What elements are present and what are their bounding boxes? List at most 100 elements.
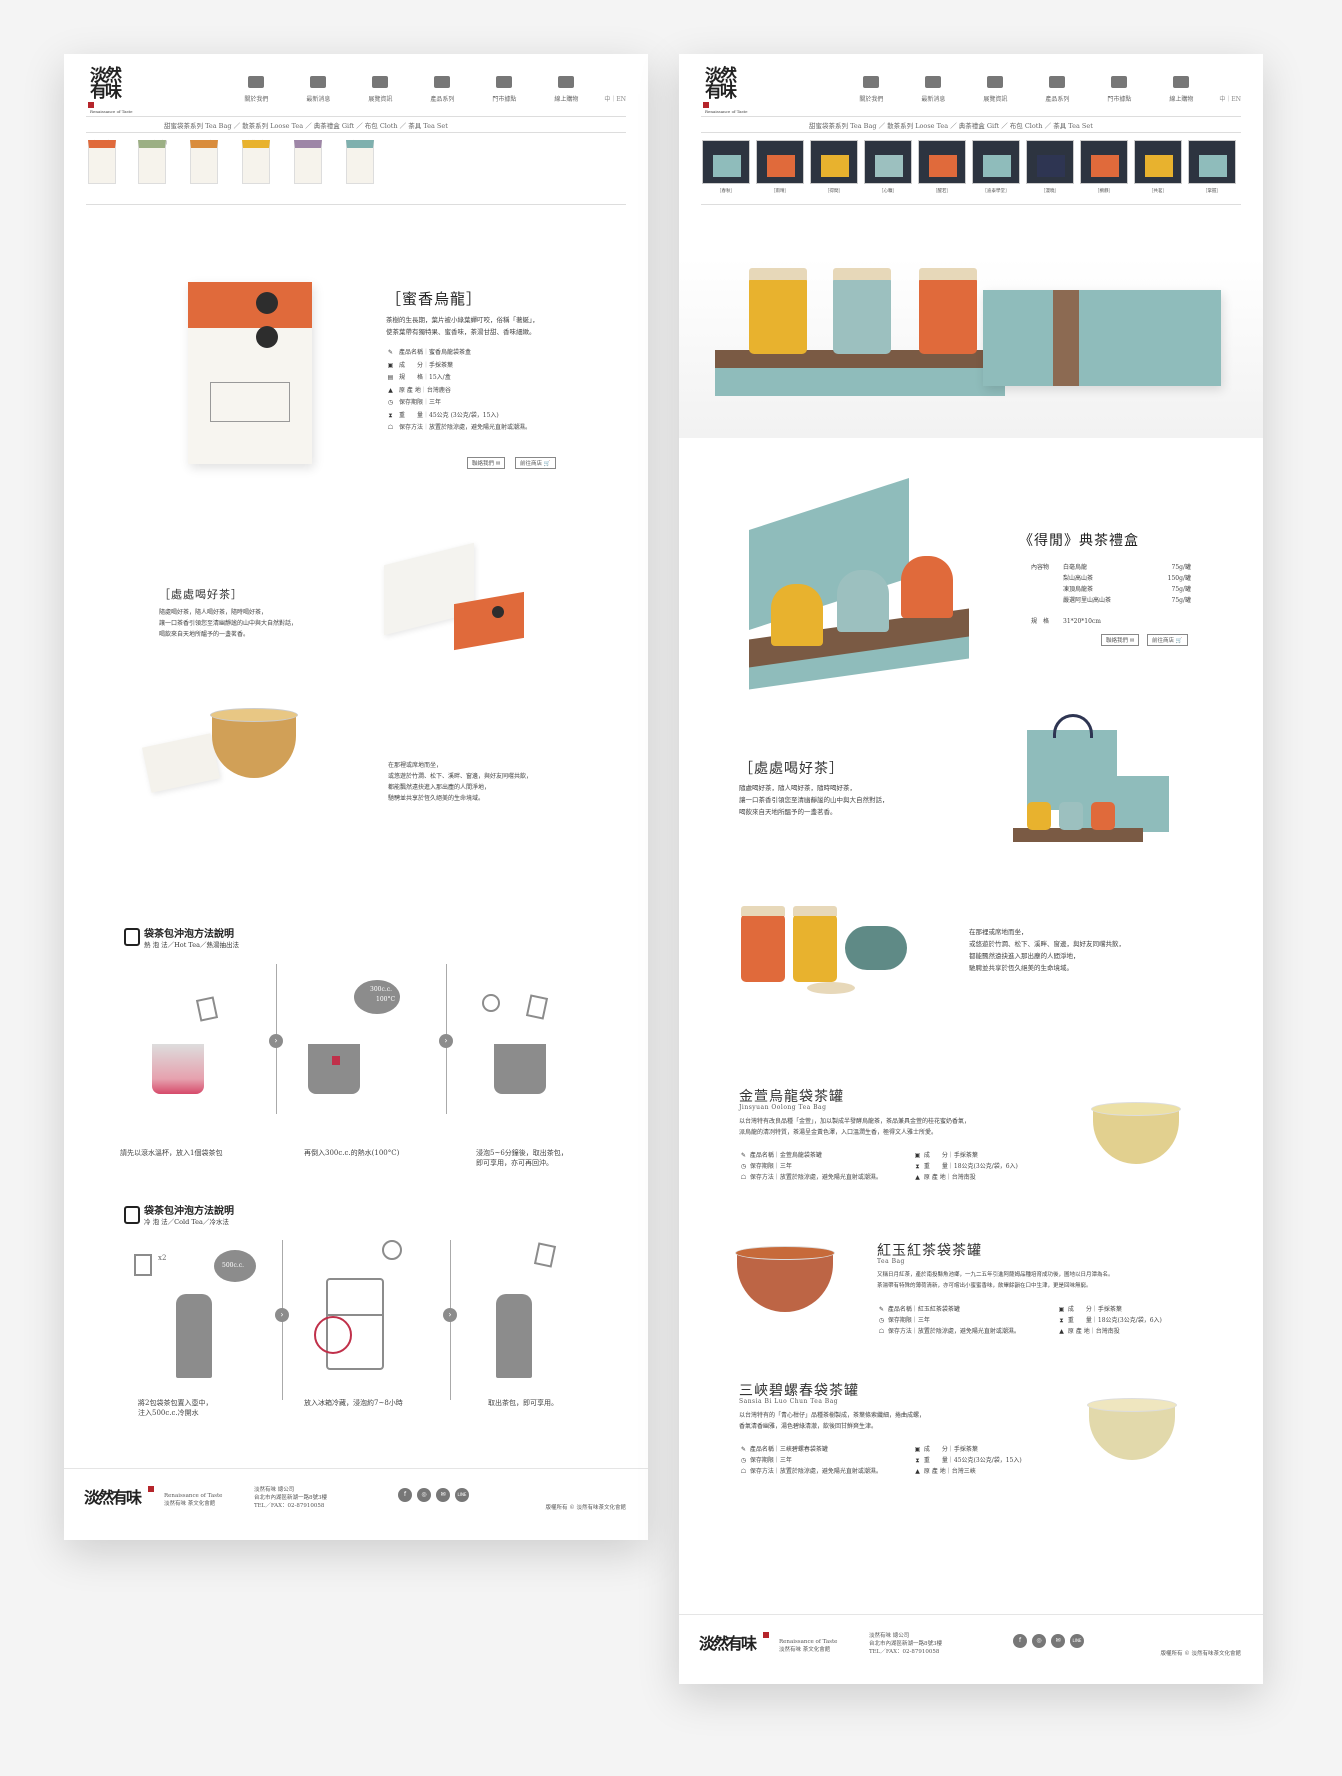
product-thumb[interactable]: ［蜜香烏龍］ (88, 140, 116, 184)
section-title: 袋茶包沖泡方法說明 (144, 929, 234, 940)
product-thumb[interactable]: ［三峽碧螺春］ (138, 140, 170, 184)
gift-thumb[interactable]: ［漫曉］ (1025, 140, 1075, 194)
main-nav: 關於我們 最新消息 展覽資訊 產品系列 門市據點 線上購物 中｜EN (845, 76, 1241, 103)
nav-shop[interactable]: 線上購物 (540, 76, 592, 103)
tea-cup-image (1087, 1094, 1187, 1174)
gift-thumb[interactable]: ［迪泰學堂］ (971, 140, 1021, 194)
shop-button[interactable]: 前往商店 🛒 (1147, 634, 1188, 646)
weight-icon: ⧗ (915, 1163, 920, 1170)
brand-logo[interactable]: 淡然 有味 Renaissance of Taste (88, 68, 133, 114)
gift-thumb[interactable]: ［醒若］ (917, 140, 967, 194)
timer-icon (482, 994, 500, 1012)
open-box-image (374, 538, 534, 668)
gift-thumb[interactable]: ［共茗］ (1133, 140, 1183, 194)
nav-stores[interactable]: 門市據點 (478, 76, 530, 103)
footer-logo[interactable]: 淡然有味 (84, 1486, 154, 1506)
nav-news[interactable]: 最新消息 (292, 76, 344, 103)
gift-thumb[interactable]: ［櫥靜］ (1079, 140, 1129, 194)
contact-button[interactable]: 聯絡我們 ✉ (467, 457, 506, 469)
gift-thumb[interactable]: ［掌握］ (1187, 140, 1237, 194)
bottle-icon (176, 1294, 212, 1378)
nav-products[interactable]: 產品系列 (1031, 76, 1083, 103)
bottle-icon (496, 1294, 532, 1378)
social-links: f ◎ ✉ LINE (1013, 1634, 1084, 1648)
leaf-icon: ✎ (740, 1152, 747, 1159)
product-thumb[interactable]: ［金萱烏龍］ (242, 140, 270, 184)
gift-thumb[interactable]: ［得間］ (809, 140, 859, 194)
hero-gift-image (679, 258, 1263, 438)
storage-icon: ☖ (740, 1174, 747, 1181)
facebook-icon[interactable]: f (398, 1488, 412, 1502)
spec-row: ✎ 產品名稱｜蜜香烏龍袋茶盒 (386, 347, 531, 360)
shop-button[interactable]: 前往商店 🛒 (515, 457, 556, 469)
gift-box-image (739, 474, 971, 710)
nav-stores[interactable]: 門市據點 (1093, 76, 1145, 103)
tea-bag-icon (124, 1206, 140, 1224)
weight-icon: ⧗ (388, 411, 393, 419)
nav-exhibition[interactable]: 展覽資訊 (354, 76, 406, 103)
gift-thumb-list: ［春秋］ ［雨晴］ ［得間］ ［心曠］ ［醒若］ ［迪泰學堂］ ［漫曉］ ［櫥靜］ ［共茗］ ［掌… (701, 140, 1241, 200)
clock-icon: ◷ (387, 399, 394, 406)
line-icon[interactable]: LINE (455, 1488, 469, 1502)
store-icon (1111, 76, 1128, 88)
language-switch[interactable]: 中｜EN (604, 94, 626, 103)
storage-icon: ☖ (740, 1468, 747, 1475)
instagram-icon[interactable]: ◎ (1032, 1634, 1046, 1648)
clock-icon: ◷ (878, 1317, 885, 1324)
gift-content-row: 嚴選阿里山高山茶 75g/罐 (1063, 597, 1191, 604)
nav-exhibition[interactable]: 展覽資訊 (969, 76, 1021, 103)
nav-about[interactable]: 關於我們 (845, 76, 897, 103)
spec-row: ☖ 保存方法｜放置於陰涼處，避免陽光直射或潮濕。 (386, 422, 531, 435)
gift-thumb[interactable]: ［春秋］ (701, 140, 751, 194)
sub-nav[interactable]: 甜蜜袋茶系列 Tea Bag ／ 散茶系列 Loose Tea ／ 典茶禮盒 G… (164, 120, 448, 130)
next-step-arrow: › (443, 1308, 457, 1322)
megaphone-icon (310, 76, 327, 88)
storage-icon: ☖ (387, 424, 394, 431)
nav-about[interactable]: 關於我們 (230, 76, 282, 103)
exhibition-icon (987, 76, 1004, 88)
cup-icon (152, 1044, 204, 1094)
brand-logo[interactable]: 淡然 有味 Renaissance of Taste (703, 68, 748, 114)
tea-bag-icon (533, 1242, 557, 1268)
clock-icon: ◷ (740, 1457, 747, 1464)
line-icon[interactable]: LINE (1070, 1634, 1084, 1648)
gift-thumb[interactable]: ［雨晴］ (755, 140, 805, 194)
spec-row: ▤ 規 格｜15入/盒 (386, 372, 531, 385)
cart-icon (1173, 76, 1190, 88)
mail-icon[interactable]: ✉ (436, 1488, 450, 1502)
contact-button[interactable]: 聯絡我們 ✉ (1101, 634, 1140, 646)
facebook-icon[interactable]: f (1013, 1634, 1027, 1648)
sub-nav[interactable]: 甜蜜袋茶系列 Tea Bag ／ 散茶系列 Loose Tea ／ 典茶禮盒 G… (809, 120, 1093, 130)
nav-products[interactable]: 產品系列 (416, 76, 468, 103)
cup-icon (494, 1044, 546, 1094)
product-thumb[interactable]: ［紅玉紅茶］ (294, 140, 322, 184)
tea-cup-image (136, 700, 306, 810)
footer-logo[interactable]: 淡然有味 (699, 1632, 769, 1652)
timer-icon (382, 1240, 402, 1260)
mail-icon[interactable]: ✉ (1051, 1634, 1065, 1648)
mountain-icon: ▲ (915, 1174, 920, 1181)
about-icon (248, 76, 265, 88)
teapot-icon (1049, 76, 1066, 88)
about-icon (863, 76, 880, 88)
gift-content-row: 梨山高山茶 150g/罐 (1063, 575, 1191, 582)
leaf-icon: ✎ (740, 1446, 747, 1453)
tea-bag-icon (525, 994, 549, 1020)
weight-icon: ⧗ (1059, 1317, 1064, 1324)
product-thumb[interactable]: ［凍頂烏龍］ (190, 140, 218, 184)
spec-row: ◷ 保存期限｜三年 (386, 397, 531, 410)
product-title: 紅玉紅茶袋茶罐 (877, 1243, 982, 1259)
gift-thumb[interactable]: ［心曠］ (863, 140, 913, 194)
megaphone-icon (925, 76, 942, 88)
nav-news[interactable]: 最新消息 (907, 76, 959, 103)
product-thumb[interactable]: ［綜合］ (346, 140, 374, 184)
page-loose-tea-bag: 淡然 有味 Renaissance of Taste 關於我們 最新消息 展覽資訊… (64, 54, 648, 1540)
language-switch[interactable]: 中｜EN (1219, 94, 1241, 103)
gift-title: 《得閒》典茶禮盒 (1019, 533, 1139, 549)
storage-icon: ☖ (878, 1328, 885, 1335)
store-icon (496, 76, 513, 88)
instagram-icon[interactable]: ◎ (417, 1488, 431, 1502)
nav-shop[interactable]: 線上購物 (1155, 76, 1207, 103)
cup-icon: ▣ (914, 1152, 921, 1159)
cup-icon: ▣ (914, 1446, 921, 1453)
